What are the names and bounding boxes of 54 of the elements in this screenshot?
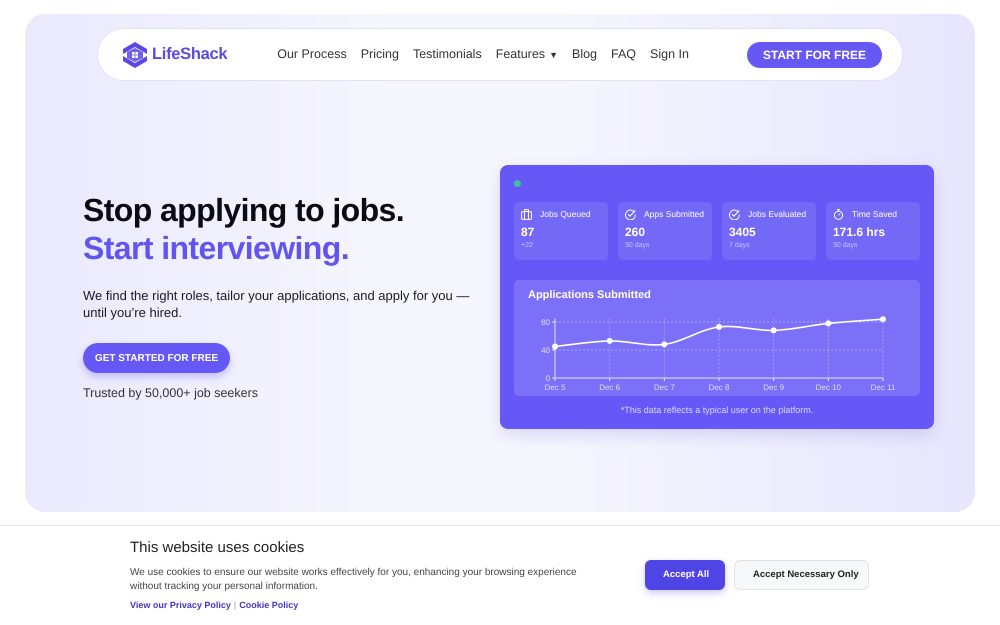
- brand-name[interactable]: LifeShack: [152, 42, 228, 67]
- stat-value: 171.6 hrs: [833, 224, 886, 239]
- nav-link[interactable]: Testimonials: [412, 45, 482, 64]
- y-tick-label: 80: [541, 318, 550, 327]
- y-tick-label: 40: [541, 346, 550, 355]
- house-logo-icon: [122, 40, 148, 68]
- x-tick-label: Dec 7: [654, 383, 675, 392]
- check-circle-icon: [729, 208, 740, 220]
- chart-footnote: *This data reflects a typical user on the platform.: [620, 404, 814, 417]
- stat-label: Time Saved: [852, 208, 898, 221]
- x-tick-label: Dec 9: [763, 383, 784, 392]
- stat-value: 3405: [729, 224, 757, 239]
- x-tick-label: Dec 8: [708, 383, 730, 392]
- headline-accent: Start interviewing.: [83, 229, 350, 268]
- x-tick-label: Dec 6: [599, 383, 620, 392]
- x-tick-label: Dec 5: [544, 383, 566, 392]
- nav-link[interactable]: Our Process: [277, 45, 347, 64]
- data-point: [661, 341, 668, 348]
- stat-value: 260: [625, 224, 646, 239]
- policy-link[interactable]: Cookie Policy: [239, 600, 298, 610]
- data-point: [716, 324, 722, 330]
- stat-label: Jobs Evaluated: [748, 208, 806, 221]
- x-tick-label: Dec 10: [816, 383, 842, 392]
- data-point: [606, 338, 613, 344]
- banner-title: This website uses cookies: [130, 539, 306, 557]
- stat-label: Jobs Queued: [540, 208, 591, 221]
- y-tick-label: 0: [546, 374, 550, 383]
- data-point: [770, 327, 777, 334]
- policy-link[interactable]: View our Privacy Policy: [130, 600, 231, 610]
- get-started-button[interactable]: GET STARTED FOR FREE: [83, 343, 230, 374]
- stopwatch-icon: [833, 208, 844, 220]
- start-button[interactable]: START FOR FREE: [746, 42, 882, 68]
- nav-link[interactable]: Sign In: [650, 45, 689, 64]
- banner-text: We use cookies to ensure our website works effectively for you, enhancing your browsing experience without tracking your personal information.: [130, 566, 578, 594]
- hero-description: We find the right roles, tailor your applications, and apply for you — until you’re hired.: [83, 287, 470, 322]
- accept-all-button[interactable]: Accept All: [645, 560, 725, 590]
- status-dot-icon: [514, 180, 521, 187]
- headline: Stop applying to jobs.: [83, 191, 406, 230]
- x-tick-label: Dec 11: [870, 383, 896, 392]
- nav-link[interactable]: FAQ: [611, 45, 636, 64]
- check-circle-icon: [625, 208, 636, 220]
- data-point: [552, 344, 558, 350]
- nav-link[interactable]: Pricing: [360, 45, 399, 64]
- chart-title: Applications Submitted: [527, 288, 652, 303]
- trust-text: Trusted by 50,000+ job seekers: [83, 385, 259, 402]
- briefcase-icon: [521, 208, 532, 220]
- stat-value: 87: [521, 224, 536, 239]
- data-point: [880, 316, 886, 322]
- data-point: [825, 320, 832, 326]
- dropdown-link[interactable]: Features ▼: [496, 45, 558, 64]
- accept-necessary-button[interactable]: Accept Necessary Only: [734, 560, 869, 590]
- nav-link[interactable]: Blog: [572, 45, 598, 64]
- stat-label: Apps Submitted: [644, 208, 704, 221]
- link-separator: |: [234, 600, 236, 610]
